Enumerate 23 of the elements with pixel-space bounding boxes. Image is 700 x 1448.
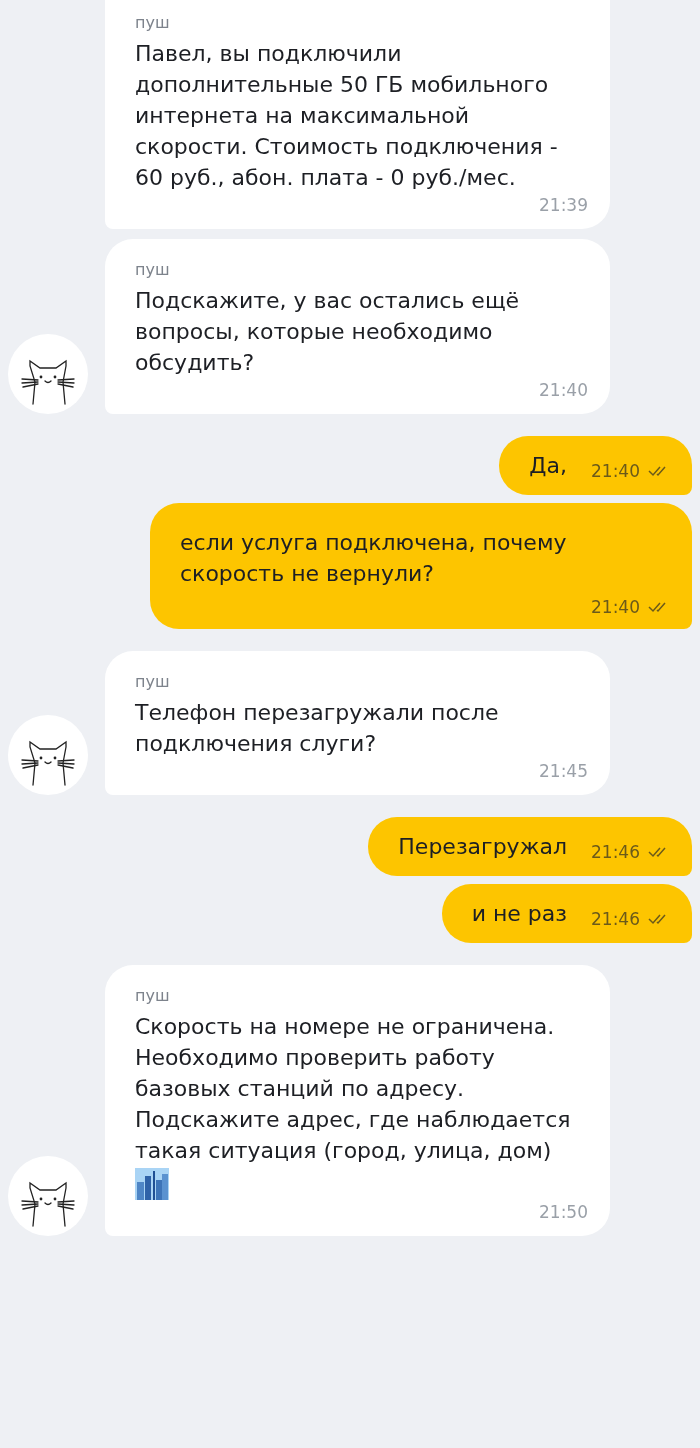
message-text: и не раз	[471, 900, 567, 928]
sender-name: пуш	[135, 985, 171, 1007]
cat-avatar-icon	[8, 1156, 88, 1236]
sender-name: пуш	[135, 259, 171, 281]
message-time: 21:46	[591, 842, 640, 862]
message-text: Да,	[529, 452, 567, 480]
message-time: 21:45	[539, 761, 588, 781]
cat-avatar-icon	[8, 715, 88, 795]
message-time: 21:40	[591, 461, 640, 481]
sender-name: пуш	[135, 671, 171, 693]
message-text: если услуга подключена, почему скорость не вернули?	[180, 529, 568, 588]
message-time: 21:40	[591, 597, 640, 617]
message-time: 21:46	[591, 909, 640, 929]
message-time: 21:50	[539, 1202, 588, 1222]
message-text: Павел, вы подключили дополнительные 50 ГБ мобильного интернета на максимальной скорости. Стоимость подключения - 60 руб., абон. плата - 0 руб./мес.	[135, 40, 559, 192]
message-text: Перезагружал	[398, 833, 567, 861]
message-time: 21:39	[539, 195, 588, 215]
sender-name: пуш	[135, 12, 171, 34]
message-text: Скорость на номере не ограничена. Необходимо проверить работу базовых станций по адресу. Подскажите адрес, где наблюдается такая ситуация (город, улица, дом)	[135, 1013, 572, 1165]
message-time: 21:40	[539, 380, 588, 400]
message-text: Телефон перезагружали после подключения слуги?	[135, 699, 500, 758]
message-text: Подскажите, у вас остались ещё вопросы, которые необходимо обсудить?	[135, 287, 521, 377]
cat-avatar-icon	[8, 334, 88, 414]
